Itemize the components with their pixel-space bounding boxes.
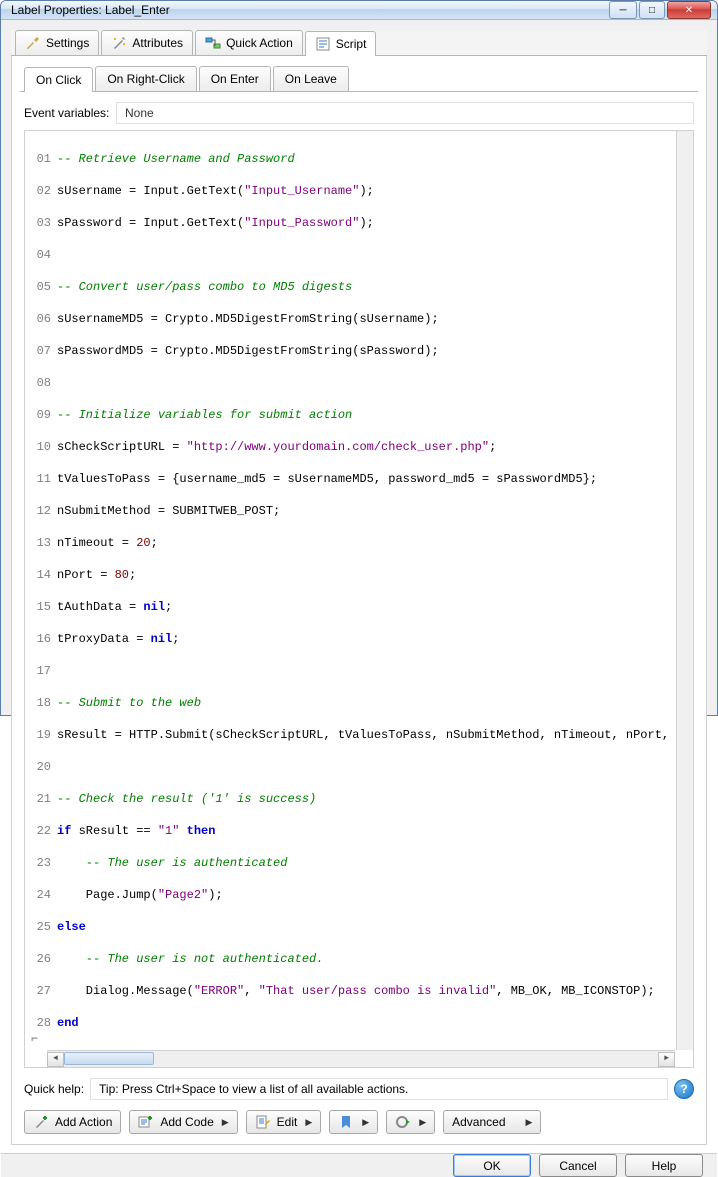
advanced-button[interactable]: Advanced ▶ [443,1110,541,1134]
quick-help-row: Quick help: Tip: Press Ctrl+Space to vie… [24,1078,694,1100]
help-icon[interactable]: ? [674,1079,694,1099]
script-panel: On Click On Right-Click On Enter On Leav… [11,56,707,1145]
chevron-right-icon: ▶ [305,1117,312,1128]
cancel-button[interactable]: Cancel [539,1154,617,1177]
minimize-button[interactable]: ─ [609,1,637,19]
scroll-track[interactable] [64,1052,658,1067]
line-break-indicator: ⌐ [31,1031,38,1047]
scroll-thumb[interactable] [64,1052,154,1065]
tab-quick-action[interactable]: Quick Action [195,30,303,55]
close-button[interactable]: ✕ [667,1,711,19]
quick-help-value: Tip: Press Ctrl+Space to view a list of … [90,1078,668,1100]
tab-on-leave[interactable]: On Leave [273,66,349,91]
wand-icon [111,35,127,51]
chevron-right-icon: ▶ [362,1117,369,1128]
code-plus-icon [138,1114,154,1130]
tab-script[interactable]: Script [305,31,377,56]
tab-attributes[interactable]: Attributes [101,30,193,55]
code-editor[interactable]: 01-- Retrieve Username and Password 02sU… [24,130,694,1068]
chevron-right-icon: ▶ [526,1117,533,1128]
tab-on-click[interactable]: On Click [24,67,93,92]
event-tabstrip: On Click On Right-Click On Enter On Leav… [20,66,698,92]
horizontal-scrollbar[interactable]: ◄ ► [47,1050,675,1067]
wand-plus-icon [33,1114,49,1130]
content-area: Settings Attributes Quick Action Script … [1,20,717,1153]
dialog-button-bar: OK Cancel Help [1,1153,717,1177]
event-variables-label: Event variables: [24,106,116,120]
chevron-right-icon: ▶ [222,1117,229,1128]
macro-button[interactable]: ▶ [386,1110,435,1134]
tab-settings[interactable]: Settings [15,30,99,55]
gear-play-icon [395,1114,411,1130]
add-action-button[interactable]: Add Action [24,1110,121,1134]
chevron-right-icon: ▶ [419,1117,426,1128]
window-title: Label Properties: Label_Enter [11,3,609,17]
event-variables-value: None [116,102,694,124]
bookmark-icon [338,1114,354,1130]
dialog-window: Label Properties: Label_Enter ─ □ ✕ Sett… [0,0,718,716]
scroll-left-arrow[interactable]: ◄ [47,1052,64,1067]
script-icon [315,36,331,52]
event-variables-row: Event variables: None [24,102,694,124]
action-button-row: Add Action Add Code ▶ Edit ▶ ▶ [24,1110,694,1134]
vertical-scrollbar[interactable] [676,131,693,1050]
top-tabstrip: Settings Attributes Quick Action Script [11,30,707,56]
tab-on-right-click[interactable]: On Right-Click [95,66,196,91]
add-code-button[interactable]: Add Code ▶ [129,1110,237,1134]
help-button[interactable]: Help [625,1154,703,1177]
ok-button[interactable]: OK [453,1154,531,1177]
maximize-button[interactable]: □ [639,1,665,19]
edit-button[interactable]: Edit ▶ [246,1110,322,1134]
scroll-right-arrow[interactable]: ► [658,1052,675,1067]
bookmark-button[interactable]: ▶ [329,1110,378,1134]
titlebar[interactable]: Label Properties: Label_Enter ─ □ ✕ [1,1,717,20]
quick-help-label: Quick help: [24,1082,84,1096]
tab-on-enter[interactable]: On Enter [199,66,271,91]
wrench-icon [25,35,41,51]
action-icon [205,35,221,51]
edit-icon [255,1114,271,1130]
